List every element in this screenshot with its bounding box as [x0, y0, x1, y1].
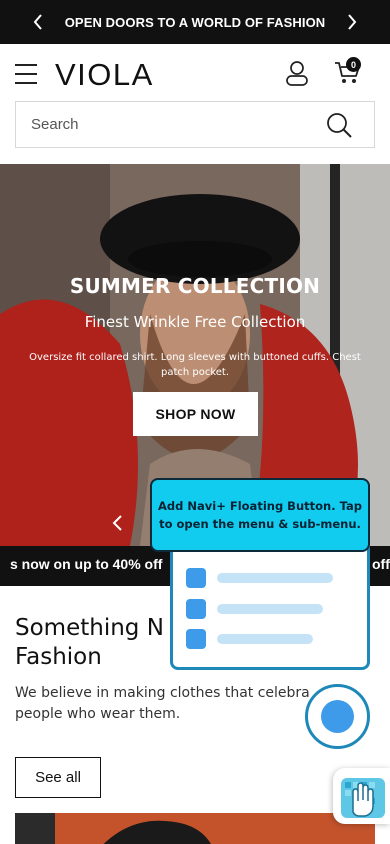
menu-preview-item	[186, 568, 361, 588]
announcement-bar: OPEN DOORS TO A WORLD OF FASHION	[0, 0, 390, 44]
menu-preview-item	[186, 629, 361, 649]
chevron-right-icon	[348, 14, 357, 30]
search-icon[interactable]	[326, 112, 352, 138]
hand-icon	[341, 778, 385, 818]
announcement-text: OPEN DOORS TO A WORLD OF FASHION	[64, 14, 326, 30]
announcement-next-button[interactable]	[332, 0, 372, 44]
product-image	[15, 813, 375, 844]
search-input[interactable]	[16, 102, 316, 147]
hamburger-menu-icon[interactable]	[15, 64, 37, 84]
chevron-left-icon	[33, 14, 42, 30]
svg-text:VIOLA: VIOLA	[55, 58, 154, 88]
announcement-prev-button[interactable]	[18, 0, 58, 44]
see-all-button[interactable]: See all	[15, 757, 101, 798]
site-header: VIOLA 0	[0, 44, 390, 102]
hero-description: Oversize fit collared shirt. Long sleeve…	[29, 352, 361, 378]
hero-title: SUMMER COLLECTION	[69, 274, 321, 298]
chevron-left-icon[interactable]	[110, 514, 126, 532]
brand-logo[interactable]: VIOLA	[55, 58, 167, 88]
menu-preview-item	[186, 599, 361, 619]
ticker-text-next: off	[372, 556, 390, 572]
floating-menu-preview	[170, 536, 370, 670]
navi-tooltip: Add Navi+ Floating Button. Tap to open t…	[150, 478, 370, 552]
cart-count-badge: 0	[346, 57, 361, 72]
ticker-text: s now on up to 40% off	[10, 556, 163, 572]
user-account-icon[interactable]	[285, 60, 309, 86]
navi-floating-button[interactable]	[305, 684, 370, 749]
shop-now-button[interactable]: SHOP NOW	[133, 392, 258, 436]
hero-subtitle: Finest Wrinkle Free Collection	[84, 313, 306, 331]
accessibility-button[interactable]	[333, 768, 390, 824]
search-bar	[15, 101, 375, 148]
